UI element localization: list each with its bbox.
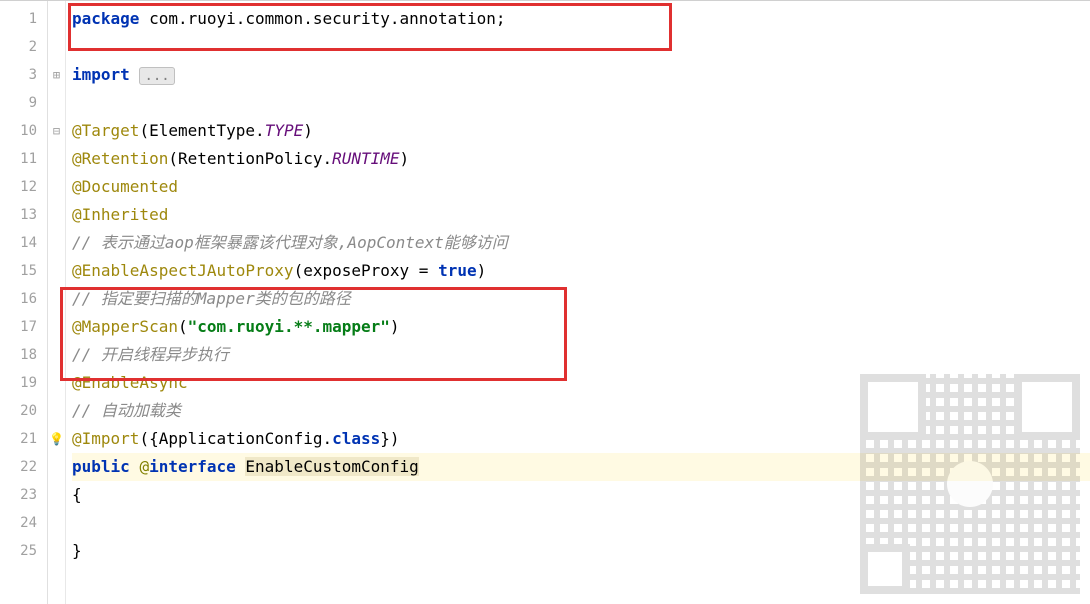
code-line: @EnableAspectJAutoProxy(exposeProxy = tr… [72, 257, 1090, 285]
line-number: 11 [0, 145, 47, 173]
line-number: 1 [0, 5, 47, 33]
code-line: @MapperScan("com.ruoyi.**.mapper") [72, 313, 1090, 341]
line-number: 18 [0, 341, 47, 369]
code-line: // 表示通过aop框架暴露该代理对象,AopContext能够访问 [72, 229, 1090, 257]
fold-collapse-icon[interactable] [53, 125, 60, 138]
line-number: 15 [0, 257, 47, 285]
code-line: // 指定要扫描的Mapper类的包的路径 [72, 285, 1090, 313]
line-number: 12 [0, 173, 47, 201]
lightbulb-icon[interactable] [49, 432, 64, 447]
line-number: 23 [0, 481, 47, 509]
line-number: 16 [0, 285, 47, 313]
line-number: 2 [0, 33, 47, 61]
code-area[interactable]: package com.ruoyi.common.security.annota… [66, 1, 1090, 604]
code-line: package com.ruoyi.common.security.annota… [72, 5, 1090, 33]
line-number: 13 [0, 201, 47, 229]
line-number: 9 [0, 89, 47, 117]
fold-expand-icon[interactable] [53, 69, 60, 82]
line-number: 17 [0, 313, 47, 341]
fold-gutter [48, 1, 66, 604]
code-editor[interactable]: 1 2 3 9 10 11 12 13 14 15 16 17 18 19 20… [0, 0, 1090, 604]
code-line: @Documented [72, 173, 1090, 201]
line-number: 3 [0, 61, 47, 89]
line-number: 20 [0, 397, 47, 425]
qr-watermark [860, 374, 1080, 594]
code-line: @Retention(RetentionPolicy.RUNTIME) [72, 145, 1090, 173]
line-number-gutter: 1 2 3 9 10 11 12 13 14 15 16 17 18 19 20… [0, 1, 48, 604]
code-line: // 开启线程异步执行 [72, 341, 1090, 369]
line-number: 10 [0, 117, 47, 145]
line-number: 19 [0, 369, 47, 397]
code-line [72, 33, 1090, 61]
code-line: import ... [72, 61, 1090, 89]
code-line [72, 89, 1090, 117]
folded-region[interactable]: ... [139, 67, 174, 85]
line-number: 14 [0, 229, 47, 257]
line-number: 25 [0, 537, 47, 565]
line-number: 22 [0, 453, 47, 481]
code-line: @Inherited [72, 201, 1090, 229]
line-number: 21 [0, 425, 47, 453]
code-line: @Target(ElementType.TYPE) [72, 117, 1090, 145]
line-number: 24 [0, 509, 47, 537]
